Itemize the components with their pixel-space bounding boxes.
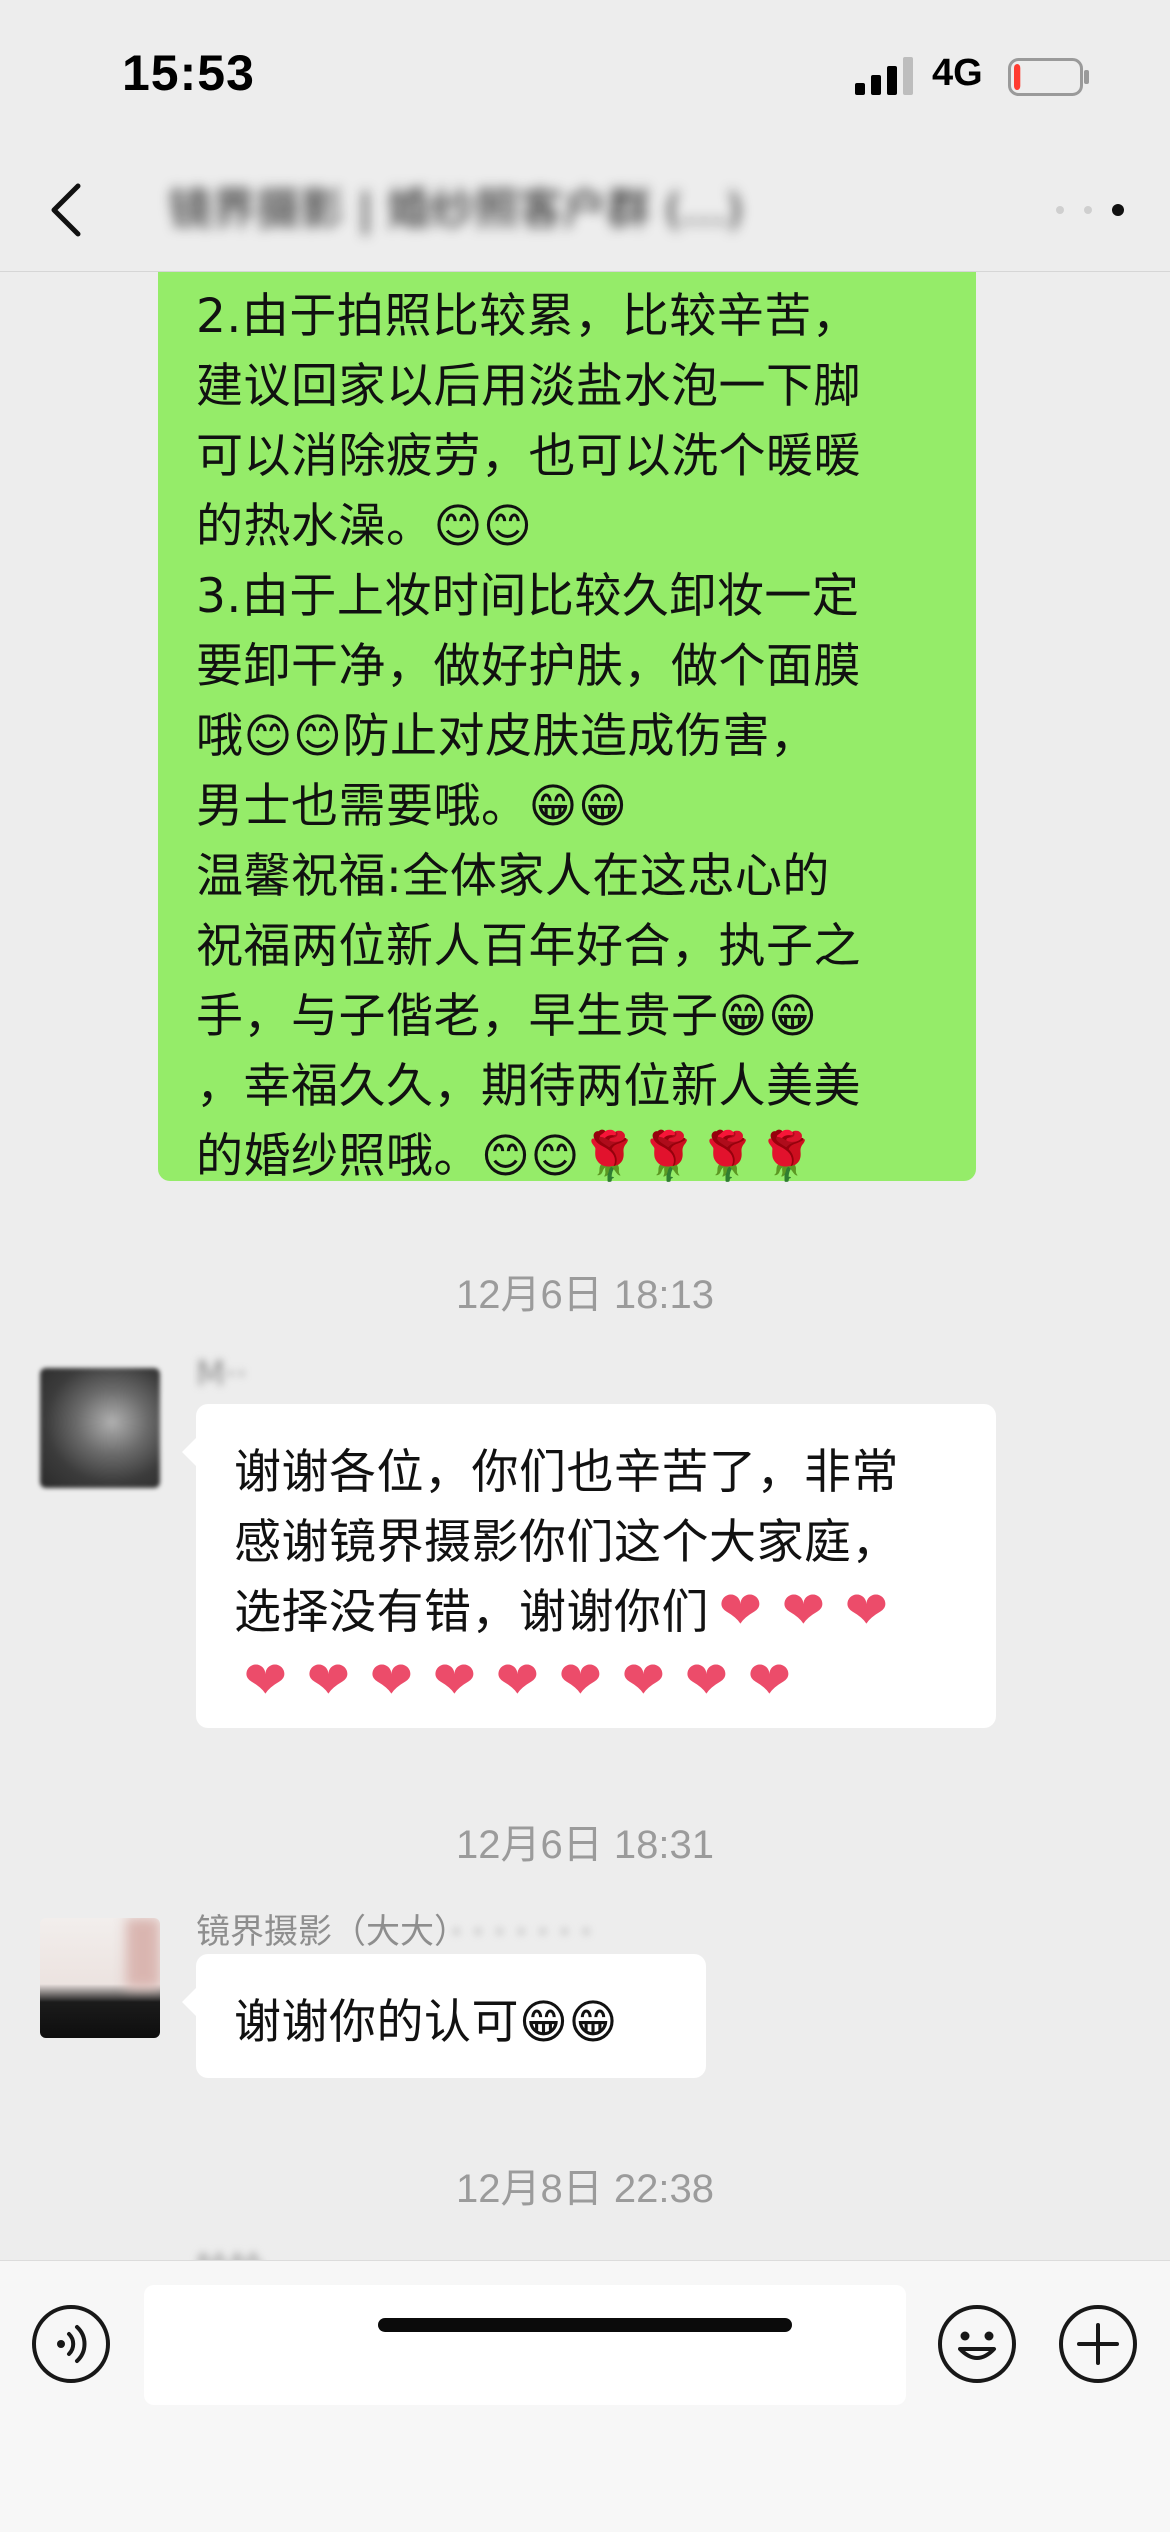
message-text-line: 选择没有错，谢谢你们 ❤ ❤ ❤ xyxy=(234,1578,956,1648)
message-timestamp: 12月6日 18:13 xyxy=(456,1273,714,1317)
heart-emoji-icon: ❤ xyxy=(558,1651,603,1711)
nav-bar: 镜界摄影 | 婚纱照客户群 (…) xyxy=(0,150,1170,272)
heart-emoji-icon: ❤ xyxy=(432,1651,477,1711)
heart-emoji-icon: ❤ xyxy=(369,1651,414,1711)
message-text-line: 的热水澡。😊😊 xyxy=(196,499,533,554)
heart-emoji-icon: ❤ xyxy=(621,1651,666,1711)
input-bar xyxy=(0,2260,1170,2532)
status-bar: 15:53 4G xyxy=(0,0,1170,150)
sender-name: 铃铃 xyxy=(196,2242,264,2260)
heart-emoji-icon: ❤ xyxy=(306,1651,351,1711)
message-text-line: ，幸福久久，期待两位新人美美 xyxy=(196,1059,861,1114)
message-text-line: ❤ ❤ ❤ ❤ ❤ ❤ ❤ ❤ ❤ xyxy=(234,1648,956,1718)
message-text-line: 可以消除疲劳，也可以洗个暖暖 xyxy=(196,429,861,484)
status-time: 15:53 xyxy=(122,45,255,101)
chat-message-list[interactable]: 2.由于拍照比较累，比较辛苦， 建议回家以后用淡盐水泡一下脚 可以消除疲劳，也可以洗… xyxy=(0,272,1170,2260)
message-text-line: 感谢镜界摄影你们这个大家庭， xyxy=(234,1515,899,1570)
avatar[interactable] xyxy=(40,1368,160,1488)
network-type: 4G xyxy=(932,52,983,94)
message-bubble-other[interactable]: 谢谢你的认可😁😁 xyxy=(182,1954,706,2078)
message-text-line: 3.由于上妆时间比较久卸妆一定 xyxy=(196,569,860,624)
message-text-line: 温馨祝福:全体家人在这忠心的 xyxy=(196,849,830,904)
message-text-line: 谢谢你的认可😁😁 xyxy=(234,1995,618,2050)
message-text-line: 手，与子偕老，早生贵子😁😁 xyxy=(196,989,818,1044)
plus-circle-icon[interactable] xyxy=(1057,2303,1139,2385)
sender-name-hidden: · · · · · · · xyxy=(451,1912,592,1952)
battery-icon xyxy=(1008,58,1089,96)
heart-emoji-icon: ❤ xyxy=(844,1581,889,1641)
chevron-left-icon[interactable] xyxy=(44,178,88,242)
message-text-line: 的婚纱照哦。😊😊🌹🌹🌹🌹 xyxy=(196,1129,817,1184)
heart-emoji-icon: ❤ xyxy=(718,1581,763,1641)
message-text-line: 祝福两位新人百年好合，执子之 xyxy=(196,919,861,974)
message-timestamp: 12月8日 22:38 xyxy=(456,2167,714,2211)
message-bubble-other[interactable]: 谢谢各位，你们也辛苦了，非常 感谢镜界摄影你们这个大家庭， 选择没有错，谢谢你们 ❤ ❤… xyxy=(182,1404,996,1728)
sender-name-text: 镜界摄影（大大） xyxy=(196,1912,451,1952)
message-bubble-self[interactable]: 2.由于拍照比较累，比较辛苦， 建议回家以后用淡盐水泡一下脚 可以消除疲劳，也可以洗… xyxy=(158,272,976,1184)
signal-strength-icon xyxy=(855,57,913,95)
message-text-line: 男士也需要哦。😁😁 xyxy=(196,779,628,834)
message-text-line: 建议回家以后用淡盐水泡一下脚 xyxy=(196,359,861,414)
message-input[interactable] xyxy=(144,2285,906,2405)
heart-emoji-icon: ❤ xyxy=(243,1651,288,1711)
emoji-smile-icon[interactable] xyxy=(936,2303,1018,2385)
sender-name: 镜界摄影（大大）· · · · · · · xyxy=(196,1904,592,1953)
message-text-line: 2.由于拍照比较累，比较辛苦， xyxy=(196,289,860,344)
heart-emoji-icon: ❤ xyxy=(781,1581,826,1641)
heart-emoji-icon: ❤ xyxy=(747,1651,792,1711)
voice-icon[interactable] xyxy=(30,2303,112,2385)
wechat-chat-screen: 15:53 4G 镜界摄影 | 婚纱照客户群 (…) 2.由于拍照比较累，比较辛… xyxy=(0,0,1170,2532)
message-text-line: 谢谢各位，你们也辛苦了，非常 xyxy=(234,1445,899,1500)
heart-emoji-icon: ❤ xyxy=(495,1651,540,1711)
more-dots-icon[interactable] xyxy=(1050,190,1130,230)
message-text-line: 要卸干净，做好护肤，做个面膜 xyxy=(196,639,861,694)
sender-name: M·· xyxy=(196,1354,247,1394)
chat-title: 镜界摄影 | 婚纱照客户群 (…) xyxy=(168,184,744,235)
message-timestamp: 12月6日 18:31 xyxy=(456,1823,714,1867)
heart-emoji-icon: ❤ xyxy=(684,1651,729,1711)
message-text-line: 哦😊😊防止对皮肤造成伤害， xyxy=(196,709,818,764)
home-indicator[interactable] xyxy=(378,2318,792,2332)
avatar[interactable] xyxy=(40,1918,160,2038)
